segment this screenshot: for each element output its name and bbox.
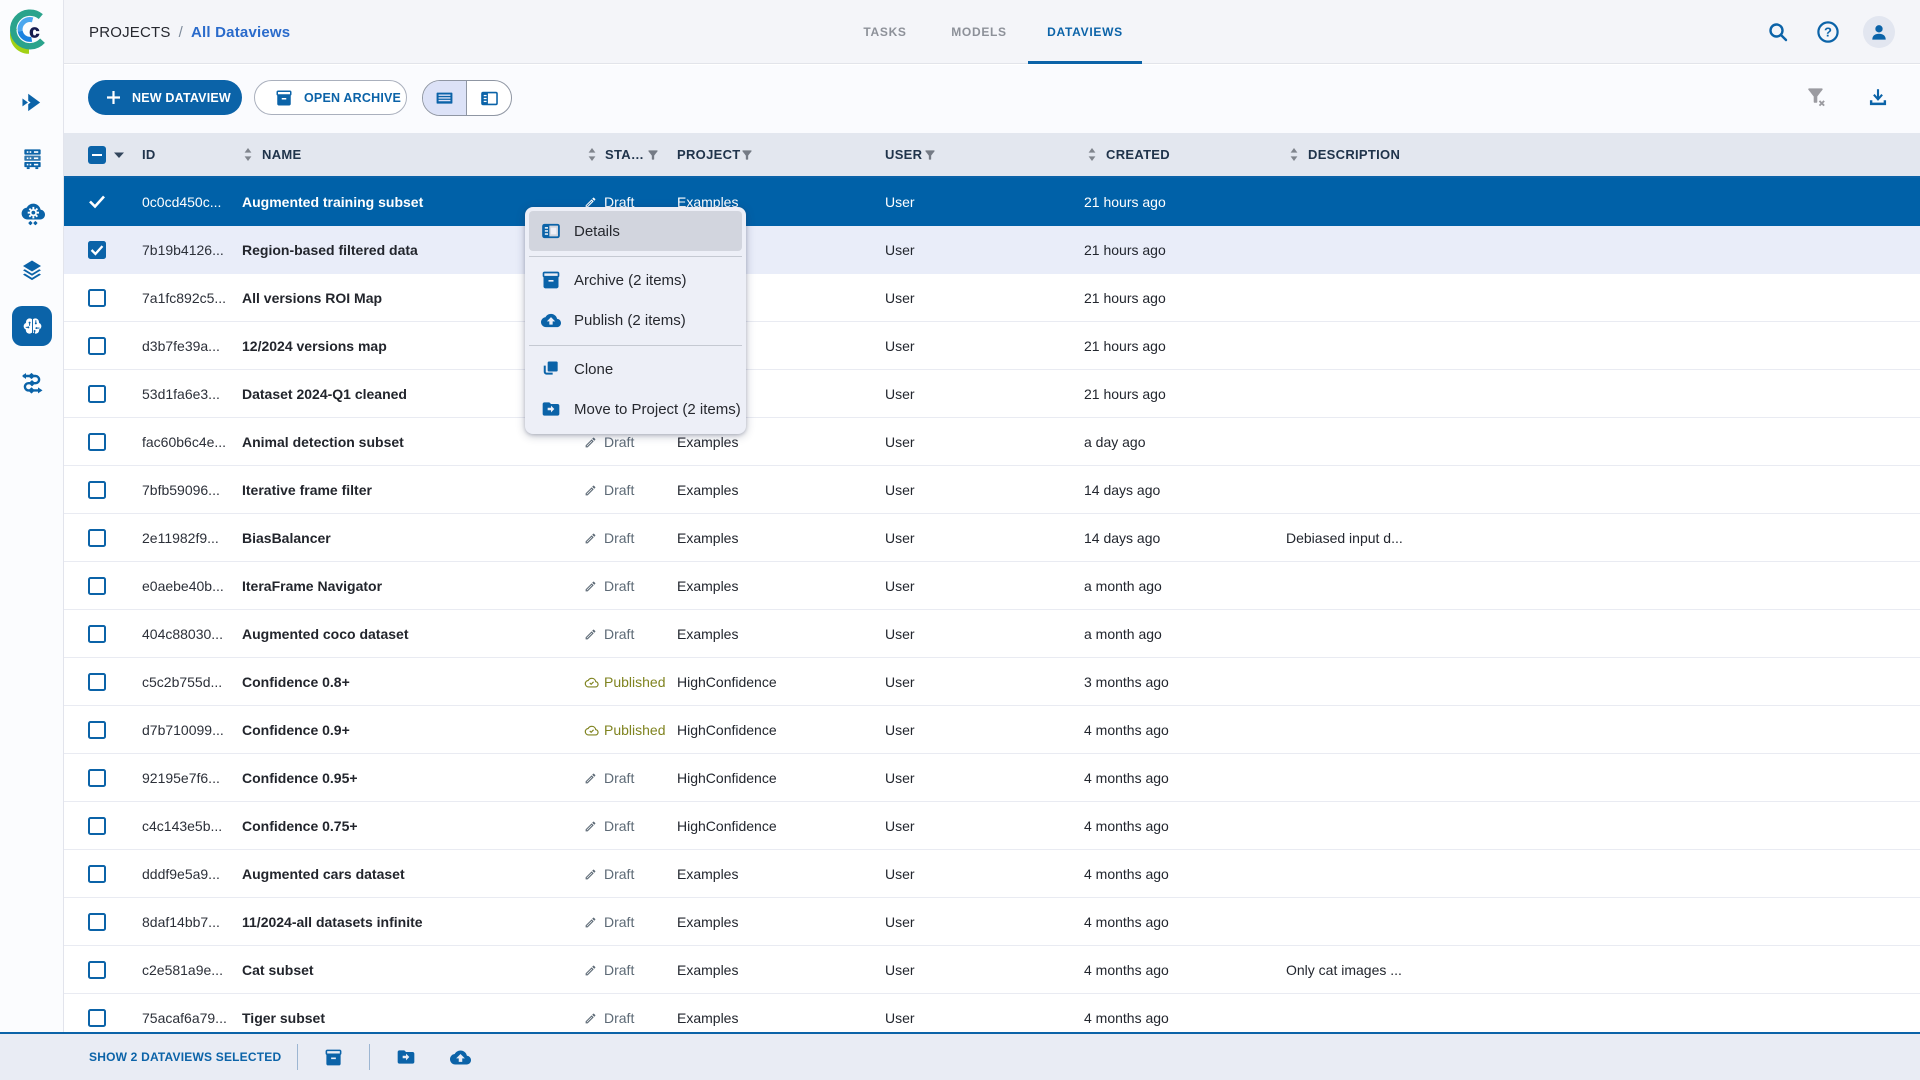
svg-text:?: ?	[1824, 25, 1832, 40]
svg-text:c: c	[29, 20, 39, 41]
